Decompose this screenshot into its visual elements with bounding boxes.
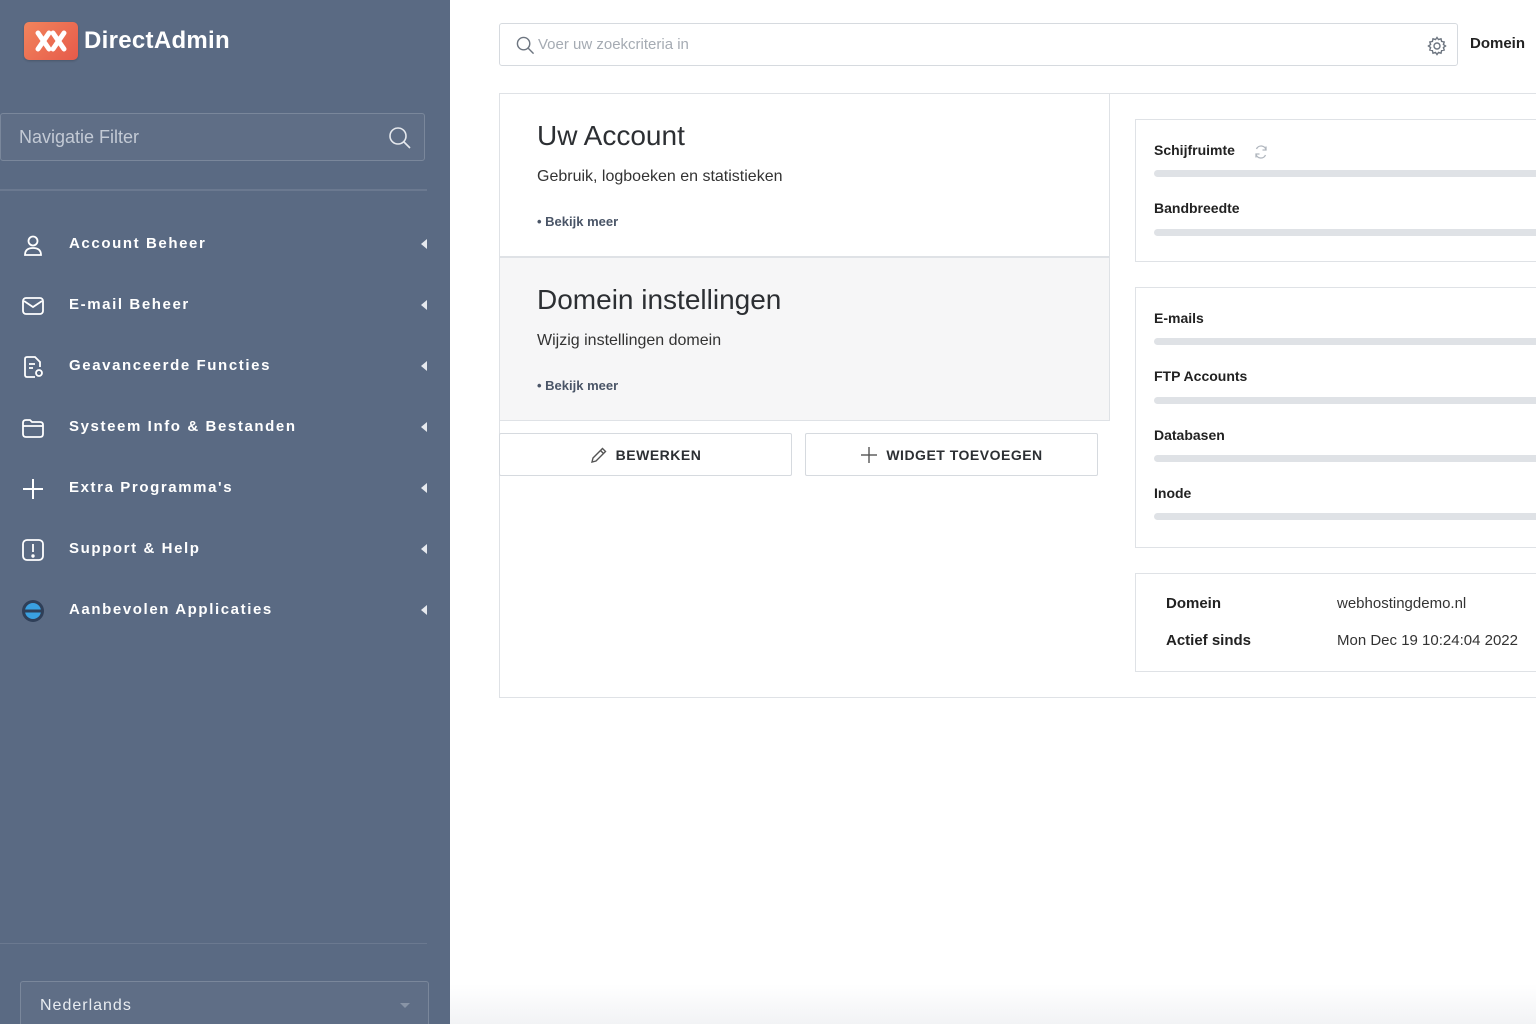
apps-globe-icon: [20, 598, 46, 624]
account-counts-widget: E-mails FTP Accounts Databasen Inode: [1135, 287, 1536, 548]
directadmin-logo-icon: [24, 22, 78, 60]
card-subtitle: Wijzig instellingen domein: [537, 332, 722, 349]
sidebar-item-label: Support & Help: [69, 540, 201, 557]
search-input[interactable]: [538, 24, 1398, 65]
usage-bar: [1154, 397, 1536, 404]
sidebar-item-label: Extra Programma's: [69, 479, 234, 496]
edit-button-label: BEWERKEN: [615, 446, 702, 463]
sidebar-item-systeem-info[interactable]: Systeem Info & Bestanden: [0, 397, 450, 458]
caret-left-icon: [421, 300, 427, 310]
sidebar-item-label: Systeem Info & Bestanden: [69, 418, 297, 435]
info-value: Mon Dec 19 10:24:04 2022: [1337, 632, 1518, 649]
sidebar-nav: Account Beheer E-mail Beheer Geavanceerd…: [0, 214, 450, 641]
sidebar-item-label: Geavanceerde Functies: [69, 357, 272, 374]
folder-icon: [20, 415, 46, 441]
view-more-link[interactable]: • Bekijk meer: [537, 214, 618, 229]
refresh-icon[interactable]: [1254, 145, 1268, 164]
sidebar-divider: [0, 189, 427, 191]
domain-settings-card[interactable]: Domein instellingen Wijzig instellingen …: [499, 257, 1110, 421]
user-icon: [20, 232, 46, 258]
navigation-filter: [0, 113, 425, 161]
envelope-icon: [20, 293, 46, 319]
card-title: Uw Account: [537, 120, 685, 151]
usage-bar: [1154, 229, 1536, 236]
page-footer-shade: [450, 984, 1536, 1024]
info-key: Domein: [1166, 595, 1222, 612]
usage-bar: [1154, 170, 1536, 177]
usage-label: FTP Accounts: [1154, 368, 1248, 384]
edit-button[interactable]: BEWERKEN: [499, 433, 792, 476]
usage-label: Bandbreedte: [1154, 200, 1240, 216]
sidebar-item-account-beheer[interactable]: Account Beheer: [0, 214, 450, 275]
sidebar-item-support-help[interactable]: Support & Help: [0, 519, 450, 580]
global-search: [499, 23, 1458, 66]
pencil-icon: [590, 447, 607, 463]
plus-icon: [20, 476, 46, 502]
info-key: Actief sinds: [1166, 632, 1252, 649]
caret-left-icon: [421, 361, 427, 371]
language-select[interactable]: Nederlands: [20, 981, 429, 1024]
caret-left-icon: [421, 422, 427, 432]
sidebar-item-label: Aanbevolen Applicaties: [69, 601, 273, 618]
caret-left-icon: [421, 605, 427, 615]
view-more-link[interactable]: • Bekijk meer: [537, 378, 618, 393]
caret-left-icon: [421, 544, 427, 554]
advanced-settings-icon: [20, 354, 46, 380]
domain-info-widget: Domein webhostingdemo.nl Actief sinds Mo…: [1135, 573, 1536, 672]
usage-bar: [1154, 338, 1536, 345]
search-icon[interactable]: [388, 126, 412, 155]
logo[interactable]: DirectAdmin: [24, 22, 230, 60]
usage-bar: [1154, 455, 1536, 462]
sidebar-item-label: E-mail Beheer: [69, 296, 190, 313]
sidebar: DirectAdmin Account Beheer: [0, 0, 450, 1024]
sidebar-item-extra-programmas[interactable]: Extra Programma's: [0, 458, 450, 519]
account-card[interactable]: Uw Account Gebruik, logboeken en statist…: [499, 93, 1110, 257]
chevron-down-icon: [400, 1003, 410, 1008]
sidebar-item-aanbevolen-applicaties[interactable]: Aanbevolen Applicaties: [0, 580, 450, 641]
usage-label: E-mails: [1154, 310, 1204, 326]
usage-label: Databasen: [1154, 427, 1225, 443]
caret-left-icon: [421, 483, 427, 493]
search-scope-label[interactable]: Domein: [1470, 35, 1525, 52]
usage-bar: [1154, 513, 1536, 520]
plus-icon: [861, 446, 878, 463]
info-value: webhostingdemo.nl: [1337, 595, 1467, 612]
card-title: Domein instellingen: [537, 284, 782, 315]
sidebar-item-geavanceerde-functies[interactable]: Geavanceerde Functies: [0, 336, 450, 397]
add-widget-button-label: WIDGET TOEVOEGEN: [886, 446, 1043, 463]
search-icon: [516, 36, 535, 60]
caret-left-icon: [421, 239, 427, 249]
navigation-filter-input[interactable]: [19, 114, 379, 160]
resource-usage-widget: Schijfruimte Bandbreedte: [1135, 119, 1536, 262]
language-value: Nederlands: [40, 997, 132, 1014]
usage-label: Schijfruimte: [1154, 142, 1235, 158]
add-widget-button[interactable]: WIDGET TOEVOEGEN: [805, 433, 1098, 476]
sidebar-divider: [0, 943, 427, 944]
logo-text: DirectAdmin: [84, 27, 230, 54]
alert-icon: [20, 537, 46, 563]
sidebar-item-email-beheer[interactable]: E-mail Beheer: [0, 275, 450, 336]
gear-icon[interactable]: [1427, 36, 1447, 61]
sidebar-item-label: Account Beheer: [69, 235, 207, 252]
card-subtitle: Gebruik, logboeken en statistieken: [537, 168, 783, 185]
usage-label: Inode: [1154, 485, 1192, 501]
